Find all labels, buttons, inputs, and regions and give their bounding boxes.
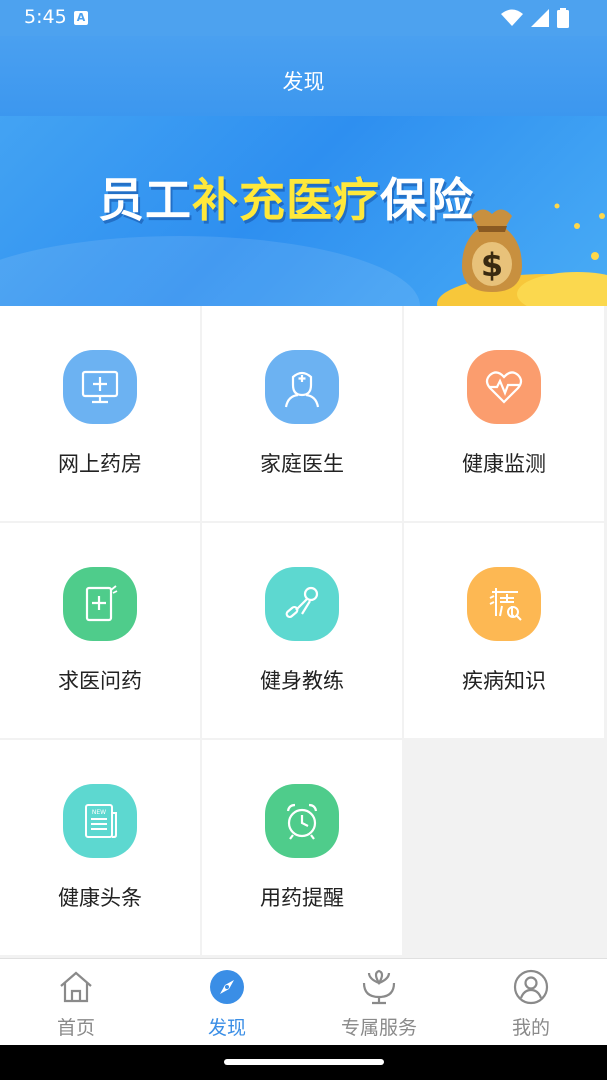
feature-online-pharmacy[interactable]: 网上药房 (0, 306, 200, 521)
banner-headline: 员工补充医疗保险 (98, 164, 474, 230)
svg-text:$: $ (481, 246, 503, 284)
feature-label: 健康监测 (462, 452, 546, 476)
system-nav-bar (0, 1045, 607, 1080)
app-header: 发现 (0, 36, 607, 116)
feature-grid: 网上药房 家庭医生 健康监测 求医问药 健身教练 疾病知识 NEW 健康头条 用… (0, 306, 607, 956)
feature-health-monitoring[interactable]: 健康监测 (404, 306, 604, 521)
home-icon (56, 967, 96, 1007)
signal-icon (531, 9, 549, 27)
notification-icon: A (74, 11, 88, 25)
status-icons (501, 8, 569, 28)
feature-family-doctor[interactable]: 家庭医生 (202, 306, 402, 521)
tab-label: 发现 (207, 1017, 246, 1039)
insurance-banner[interactable]: 员工补充医疗保险 $ (0, 116, 607, 306)
wifi-icon (501, 9, 523, 26)
banner-glow (0, 236, 420, 306)
screen: 5:45 A 发现 员工补充医疗保险 $ 网上药房 家庭医生 健康监测 求医问药… (0, 0, 607, 1045)
medical-document-icon (63, 567, 137, 641)
page-title: 发现 (282, 70, 325, 94)
feature-medical-consult[interactable]: 求医问药 (0, 523, 200, 738)
monitor-plus-icon (63, 350, 137, 424)
feature-label: 健康头条 (58, 886, 142, 910)
alarm-clock-icon (265, 784, 339, 858)
feature-fitness-coach[interactable]: 健身教练 (202, 523, 402, 738)
battery-icon (557, 8, 569, 28)
tab-label: 首页 (56, 1017, 95, 1039)
bottom-tab-bar: 首页 发现 专属服务 我的 (0, 958, 607, 1045)
tab-label: 我的 (511, 1017, 550, 1039)
feature-label: 求医问药 (58, 669, 142, 693)
tab-home[interactable]: 首页 (0, 959, 152, 1045)
feature-label: 疾病知识 (462, 669, 546, 693)
feature-label: 健身教练 (260, 669, 344, 693)
money-bag-icon: $ (437, 203, 607, 306)
hand-grip-icon (265, 567, 339, 641)
tab-label: 专属服务 (340, 1017, 417, 1039)
feature-disease-knowledge[interactable]: 疾病知识 (404, 523, 604, 738)
doctor-icon (265, 350, 339, 424)
heart-pulse-icon (467, 350, 541, 424)
user-icon (511, 967, 551, 1007)
service-hands-icon (359, 967, 399, 1007)
home-indicator[interactable] (224, 1059, 384, 1065)
banner-text-part: 员工 (98, 173, 192, 227)
disease-search-icon (467, 567, 541, 641)
status-time: 5:45 (24, 6, 67, 28)
feature-medication-reminder[interactable]: 用药提醒 (202, 740, 402, 955)
tab-mine[interactable]: 我的 (455, 959, 607, 1045)
status-bar: 5:45 A (0, 0, 607, 36)
feature-label: 用药提醒 (260, 886, 344, 910)
banner-text-highlight: 补充医疗 (192, 173, 380, 227)
feature-label: 网上药房 (58, 452, 142, 476)
feature-health-headlines[interactable]: NEW 健康头条 (0, 740, 200, 955)
newspaper-icon: NEW (63, 784, 137, 858)
feature-label: 家庭医生 (260, 452, 344, 476)
tab-discover[interactable]: 发现 (151, 959, 303, 1045)
tab-exclusive-service[interactable]: 专属服务 (303, 959, 455, 1045)
svg-text:NEW: NEW (92, 809, 106, 816)
compass-icon (207, 967, 247, 1007)
